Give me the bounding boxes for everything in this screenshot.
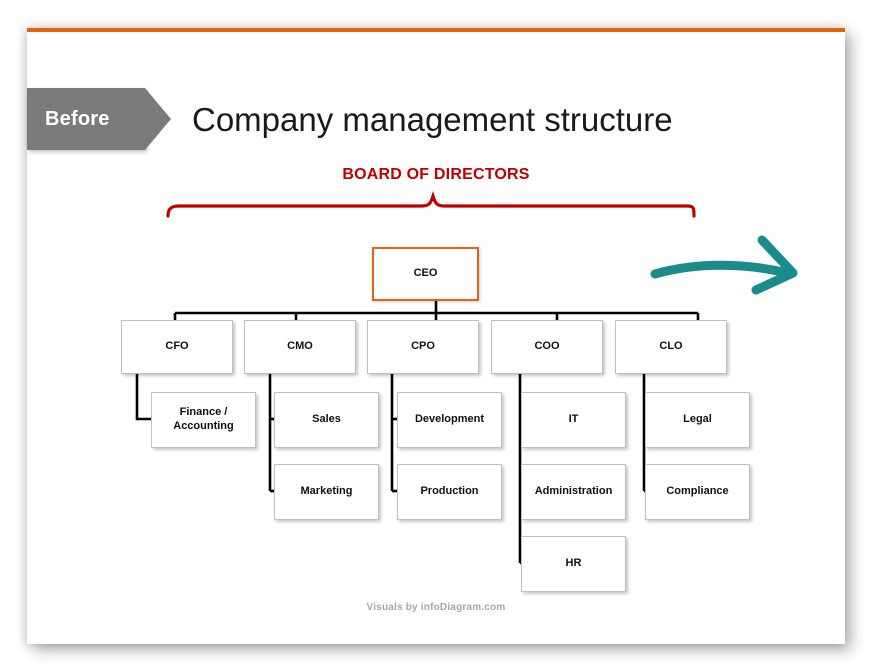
- screenshot-root: Before Company management structure BOAR…: [0, 0, 873, 663]
- teal-arrow-annotation: [650, 235, 798, 295]
- presentation-slide: Before Company management structure BOAR…: [27, 28, 845, 644]
